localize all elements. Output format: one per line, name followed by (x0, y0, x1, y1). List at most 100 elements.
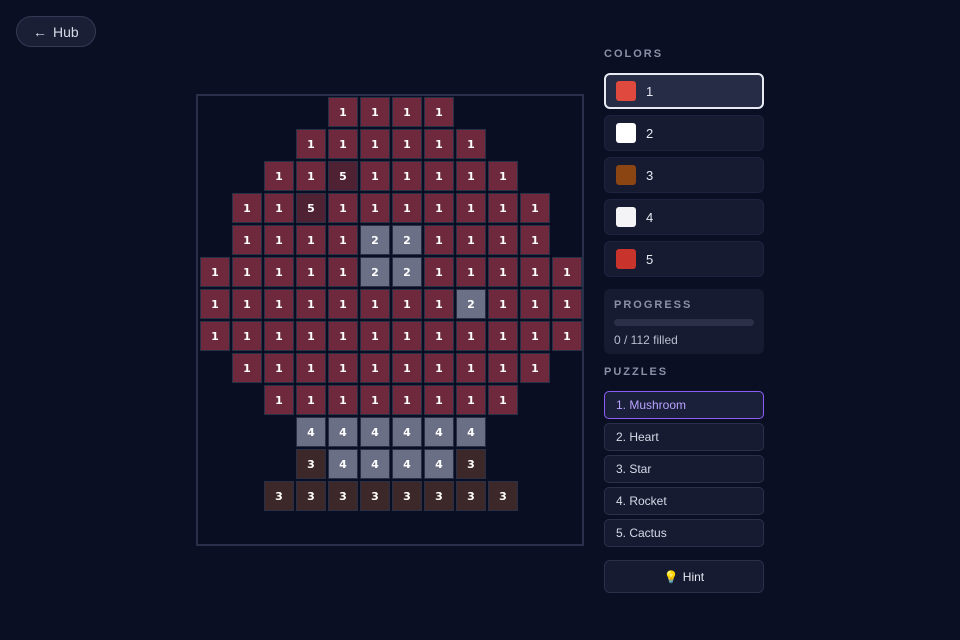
board-cell[interactable]: 1 (296, 321, 326, 351)
board-cell[interactable]: 1 (392, 129, 422, 159)
board-cell[interactable]: 1 (264, 225, 294, 255)
puzzle-item-heart[interactable]: 2. Heart (604, 423, 764, 451)
puzzle-item-mushroom[interactable]: 1. Mushroom (604, 391, 764, 419)
board-cell[interactable]: 1 (424, 129, 454, 159)
color-button-5[interactable]: 5 (604, 241, 764, 277)
board-cell[interactable]: 1 (328, 289, 358, 319)
board-cell[interactable]: 4 (360, 449, 390, 479)
board-cell[interactable]: 1 (392, 289, 422, 319)
board-cell[interactable]: 1 (360, 161, 390, 191)
board-cell[interactable]: 1 (360, 129, 390, 159)
board-cell[interactable]: 1 (392, 353, 422, 383)
board-cell[interactable]: 4 (456, 417, 486, 447)
board-cell[interactable]: 1 (392, 193, 422, 223)
board-cell[interactable]: 3 (488, 481, 518, 511)
board-cell[interactable]: 1 (328, 257, 358, 287)
board-cell[interactable]: 1 (328, 129, 358, 159)
board-cell[interactable]: 1 (328, 321, 358, 351)
board-cell[interactable]: 2 (360, 257, 390, 287)
board-cell[interactable]: 4 (424, 417, 454, 447)
color-button-2[interactable]: 2 (604, 115, 764, 151)
board-cell[interactable]: 1 (360, 385, 390, 415)
board-cell[interactable]: 1 (232, 289, 262, 319)
board-cell[interactable]: 1 (488, 289, 518, 319)
board-cell[interactable]: 1 (488, 353, 518, 383)
board-cell[interactable]: 1 (392, 97, 422, 127)
board-cell[interactable]: 1 (456, 321, 486, 351)
board-cell[interactable]: 1 (232, 353, 262, 383)
board-cell[interactable]: 1 (264, 289, 294, 319)
board-cell[interactable]: 1 (552, 289, 582, 319)
board-cell[interactable]: 1 (488, 193, 518, 223)
board-cell[interactable]: 1 (232, 321, 262, 351)
board-cell[interactable]: 1 (264, 321, 294, 351)
board-cell[interactable]: 1 (392, 321, 422, 351)
board-cell[interactable]: 2 (360, 225, 390, 255)
board-cell[interactable]: 1 (392, 385, 422, 415)
board-cell[interactable]: 1 (520, 257, 550, 287)
puzzle-item-rocket[interactable]: 4. Rocket (604, 487, 764, 515)
board-cell[interactable]: 4 (424, 449, 454, 479)
hint-button[interactable]: 💡 Hint (604, 560, 764, 593)
board-cell[interactable]: 4 (360, 417, 390, 447)
board-cell[interactable]: 3 (296, 449, 326, 479)
board-cell[interactable]: 1 (456, 353, 486, 383)
board-cell[interactable]: 1 (520, 193, 550, 223)
board-cell[interactable]: 1 (200, 321, 230, 351)
board-cell[interactable]: 1 (328, 385, 358, 415)
board-cell[interactable]: 4 (392, 449, 422, 479)
board-cell[interactable]: 1 (360, 193, 390, 223)
puzzle-item-cactus[interactable]: 5. Cactus (604, 519, 764, 547)
hub-button[interactable]: ← Hub (16, 16, 96, 47)
board-cell[interactable]: 3 (264, 481, 294, 511)
board-cell[interactable]: 4 (392, 417, 422, 447)
board-cell[interactable]: 1 (488, 385, 518, 415)
board-cell[interactable]: 1 (360, 289, 390, 319)
board-cell[interactable]: 1 (328, 97, 358, 127)
board-cell[interactable]: 1 (520, 321, 550, 351)
board-cell[interactable]: 1 (520, 225, 550, 255)
board-cell[interactable]: 1 (424, 385, 454, 415)
board-cell[interactable]: 3 (424, 481, 454, 511)
board-cell[interactable]: 1 (456, 225, 486, 255)
board-cell[interactable]: 1 (296, 289, 326, 319)
board-cell[interactable]: 1 (264, 385, 294, 415)
board-cell[interactable]: 1 (232, 225, 262, 255)
color-button-4[interactable]: 4 (604, 199, 764, 235)
board-cell[interactable]: 1 (456, 161, 486, 191)
board-cell[interactable]: 2 (392, 257, 422, 287)
board-cell[interactable]: 1 (296, 225, 326, 255)
board-cell[interactable]: 1 (456, 385, 486, 415)
board-cell[interactable]: 1 (296, 257, 326, 287)
board-cell[interactable]: 1 (264, 161, 294, 191)
board-cell[interactable]: 2 (456, 289, 486, 319)
board-cell[interactable]: 1 (296, 353, 326, 383)
board-cell[interactable]: 1 (200, 289, 230, 319)
board-cell[interactable]: 1 (264, 193, 294, 223)
board-cell[interactable]: 1 (552, 257, 582, 287)
board-cell[interactable]: 1 (424, 321, 454, 351)
board-cell[interactable]: 1 (296, 385, 326, 415)
board-cell[interactable]: 1 (328, 193, 358, 223)
board-cell[interactable]: 1 (488, 321, 518, 351)
board-cell[interactable]: 1 (488, 161, 518, 191)
board-cell[interactable]: 3 (392, 481, 422, 511)
board-cell[interactable]: 1 (328, 225, 358, 255)
board-cell[interactable]: 1 (360, 321, 390, 351)
board-cell[interactable]: 5 (328, 161, 358, 191)
board-cell[interactable]: 1 (424, 97, 454, 127)
color-button-1[interactable]: 1 (604, 73, 764, 109)
board-cell[interactable]: 3 (456, 449, 486, 479)
board-cell[interactable]: 1 (200, 257, 230, 287)
board-cell[interactable]: 1 (360, 97, 390, 127)
board-cell[interactable]: 1 (360, 353, 390, 383)
board-cell[interactable]: 4 (296, 417, 326, 447)
board-cell[interactable]: 1 (520, 289, 550, 319)
board-cell[interactable]: 1 (232, 193, 262, 223)
board-cell[interactable]: 1 (296, 161, 326, 191)
board-cell[interactable]: 1 (424, 257, 454, 287)
board-cell[interactable]: 1 (424, 193, 454, 223)
board-cell[interactable]: 1 (392, 161, 422, 191)
board-cell[interactable]: 1 (424, 289, 454, 319)
board-cell[interactable]: 1 (424, 225, 454, 255)
